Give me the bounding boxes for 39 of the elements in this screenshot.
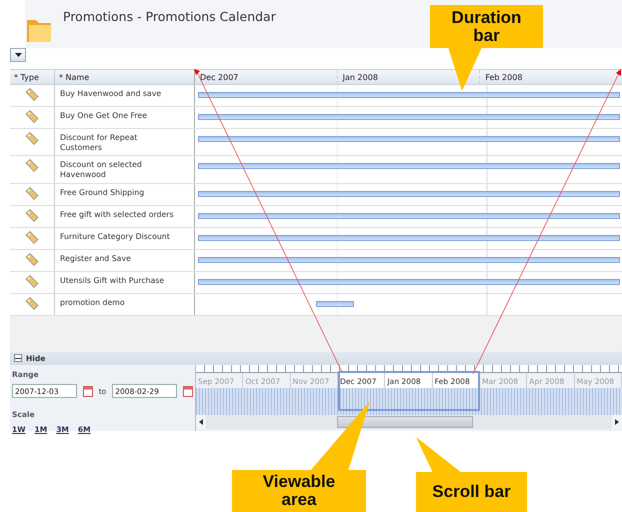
viewport-selector[interactable] (338, 370, 480, 411)
tag-icon (25, 296, 39, 310)
month-label: Dec 2007 (199, 72, 240, 84)
tag-icon (25, 252, 39, 266)
right-arrow-icon (615, 418, 619, 425)
duration-bar[interactable] (198, 163, 620, 170)
tag-icon (25, 274, 39, 288)
tag-icon (25, 88, 39, 101)
page-title: Promotions - Promotions Calendar (63, 8, 276, 26)
duration-bar[interactable] (316, 300, 354, 307)
tag-icon (25, 159, 39, 172)
left-arrow-icon (199, 418, 203, 425)
duration-bar[interactable] (198, 278, 620, 285)
tag-icon (25, 132, 39, 145)
calendar-icon[interactable] (83, 385, 93, 398)
tag-icon (25, 186, 39, 200)
duration-bar[interactable] (198, 234, 620, 241)
tag-icon (25, 110, 39, 123)
dropdown-button[interactable] (10, 48, 26, 62)
duration-bar[interactable] (198, 92, 620, 98)
tag-icon (25, 208, 39, 222)
duration-bar[interactable] (198, 136, 620, 142)
duration-bar[interactable] (198, 212, 620, 219)
tag-icon (25, 230, 39, 244)
scroll-right-button[interactable] (612, 414, 622, 429)
callout-pointer (310, 401, 370, 471)
duration-bar[interactable] (198, 256, 620, 263)
collapse-toggle[interactable] (14, 354, 22, 362)
duration-bar[interactable] (198, 190, 620, 197)
scroll-left-button[interactable] (196, 414, 206, 429)
callout-pointer (416, 437, 462, 473)
callout-pointer (448, 47, 482, 91)
column-header[interactable]: * Type (10, 70, 55, 84)
caret-icon (14, 53, 22, 57)
minus-icon (15, 355, 21, 362)
duration-bar[interactable] (198, 114, 620, 120)
scroll-thumb[interactable] (337, 416, 473, 428)
callout: Viewable area (232, 470, 366, 512)
calendar-icon[interactable] (183, 385, 193, 398)
